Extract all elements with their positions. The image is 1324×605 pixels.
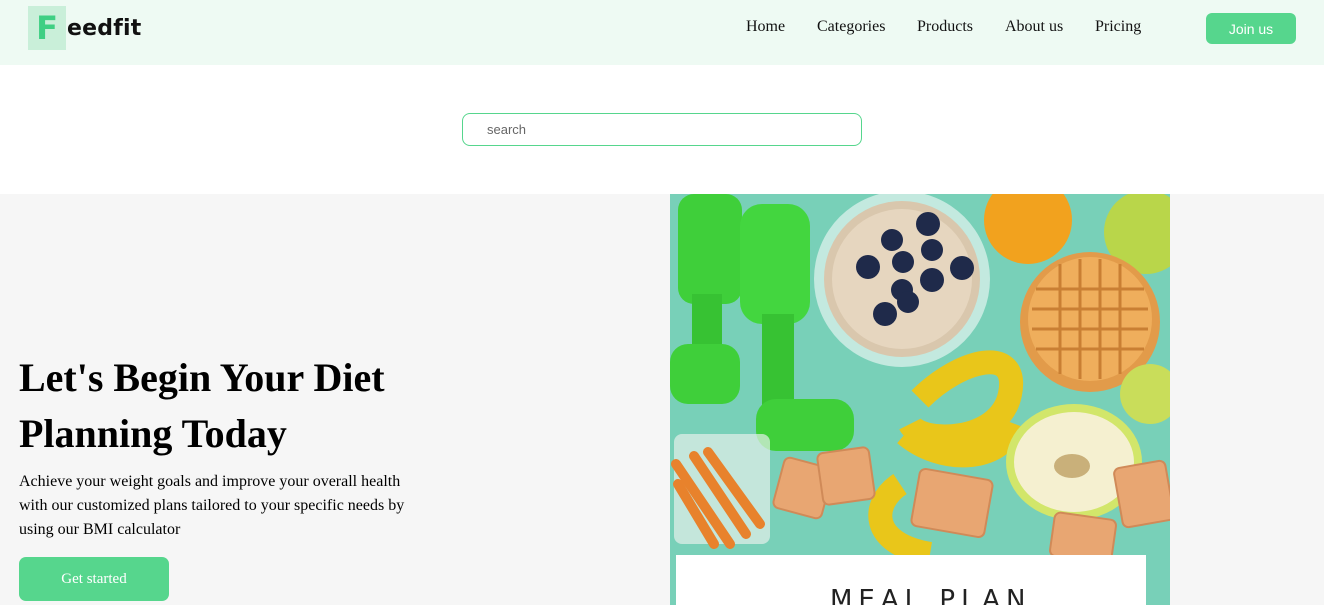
nav-link-about-us[interactable]: About us: [1005, 18, 1063, 40]
hero-image: MEAL PLAN: [670, 194, 1170, 605]
food-fitness-illustration: MEAL PLAN: [670, 194, 1170, 605]
nav-link-pricing[interactable]: Pricing: [1095, 18, 1141, 40]
logo-letter: F: [36, 9, 58, 47]
logo-mark: F: [28, 6, 66, 50]
nav-link-home[interactable]: Home: [746, 18, 785, 40]
search-input[interactable]: [487, 114, 847, 145]
search-bar: [462, 113, 862, 146]
nav-link-products[interactable]: Products: [917, 18, 973, 40]
hero-description: Achieve your weight goals and improve yo…: [19, 473, 405, 538]
meal-plan-text: MEAL PLAN: [830, 585, 1031, 605]
get-started-button[interactable]: Get started: [19, 557, 169, 601]
brand-logo[interactable]: F eedfit: [28, 6, 141, 50]
nav-link-categories[interactable]: Categories: [817, 18, 885, 40]
carrot-sticks: [671, 434, 770, 549]
top-navbar: F eedfit Home Categories Products About …: [0, 0, 1324, 65]
meal-plan-note: MEAL PLAN: [676, 555, 1146, 605]
oatmeal-bowl: [814, 194, 990, 367]
join-us-button[interactable]: Join us: [1206, 13, 1296, 44]
logo-wordmark: eedfit: [67, 15, 142, 41]
hero-title: Let's Begin Your Diet Planning Today: [19, 355, 385, 456]
